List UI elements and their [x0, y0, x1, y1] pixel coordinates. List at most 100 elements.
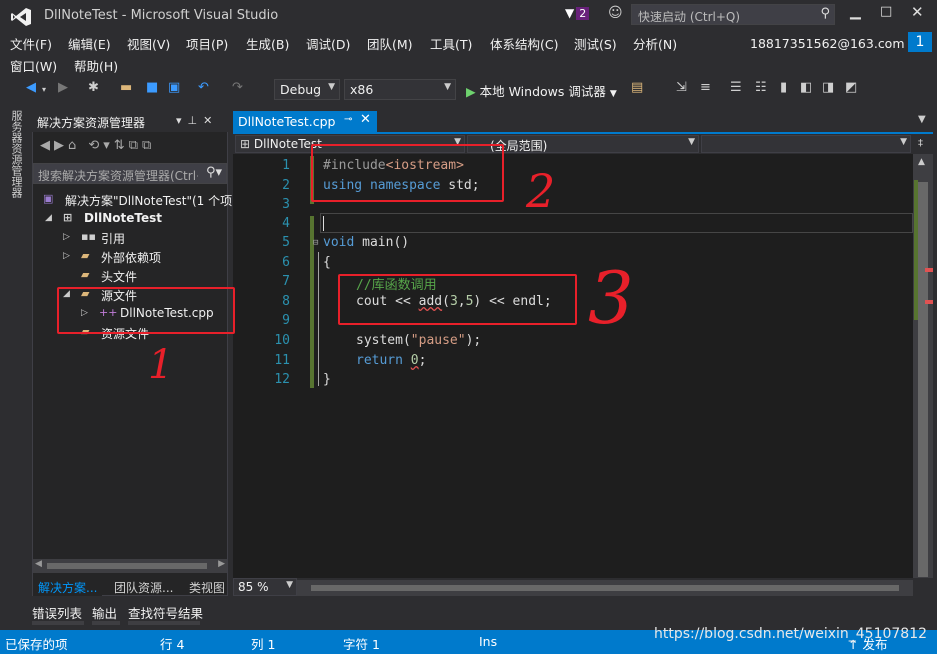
menu-file[interactable]: 文件(F) [10, 34, 52, 53]
status-char: 字符 1 [343, 637, 380, 652]
new-project-icon[interactable]: ✱ [88, 80, 99, 95]
server-explorer-tab[interactable]: 服务器资源管理器 [6, 110, 24, 220]
quick-launch-placeholder: 快速启动 (Ctrl+Q) [638, 10, 741, 24]
menu-test[interactable]: 测试(S) [574, 34, 617, 53]
watermark-text: https://blog.csdn.net/weixin_45107812 [654, 626, 928, 642]
scroll-thumb[interactable] [311, 585, 899, 591]
notifications-button[interactable]: ▼ 2 [565, 6, 590, 20]
menu-build[interactable]: 生成(B) [246, 34, 289, 53]
chevron-down-icon[interactable]: ▼ [918, 114, 926, 125]
chevron-down-icon: ▼ [286, 580, 293, 590]
prev-bookmark-icon[interactable]: ◧ [800, 80, 812, 95]
tree-item-external-deps[interactable]: ▷ ▰ 外部依赖项 [33, 247, 227, 266]
line-number: 1 [282, 158, 290, 173]
tree-item-label: 头文件 [101, 270, 138, 284]
platform-select[interactable]: x86 ▼ [344, 79, 456, 100]
open-folder-icon[interactable]: ▬ [120, 80, 132, 95]
scroll-up-icon[interactable]: ▲ [918, 157, 925, 167]
member-nav-select[interactable]: ▼ [701, 135, 911, 153]
tab-output[interactable]: 输出 [92, 603, 117, 622]
menu-project[interactable]: 项目(P) [186, 34, 228, 53]
window-title: DllNoteTest - Microsoft Visual Studio [44, 8, 279, 23]
tree-item-project[interactable]: ◢ ⊞ DllNoteTest [33, 209, 227, 228]
close-tab-icon[interactable]: ✕ [360, 112, 371, 127]
maximize-button[interactable]: □ [880, 4, 892, 19]
line-number: 10 [274, 333, 290, 348]
tree-item-solution[interactable]: ▣ 解决方案"DllNoteTest"(1 个项目) [33, 190, 249, 209]
clear-bookmarks-icon[interactable]: ◩ [845, 80, 857, 95]
document-tab[interactable]: DllNoteTest.cpp ⊸ ✕ [233, 111, 377, 132]
menu-analyze[interactable]: 分析(N) [633, 34, 677, 53]
quick-launch-input[interactable]: 快速启动 (Ctrl+Q) ⚲ [631, 4, 835, 25]
comment-icon[interactable]: ☰ [730, 80, 742, 95]
expand-icon: ▷ [63, 232, 70, 242]
tree-item-header-files[interactable]: ▰ 头文件 [33, 266, 227, 285]
account-name[interactable]: 18817351562@163.com [750, 36, 905, 51]
format-icon[interactable]: ≡ [700, 80, 711, 95]
redo-icon[interactable]: ↷ [232, 80, 243, 95]
menu-window[interactable]: 窗口(W) [10, 56, 57, 75]
scroll-thumb[interactable] [918, 182, 928, 577]
references-icon: ▪▪ [81, 230, 96, 243]
bookmark-icon[interactable]: ▮ [780, 80, 787, 95]
play-icon: ▶ [466, 84, 476, 99]
collapse-outline-icon[interactable]: ⊟ [313, 238, 318, 248]
chevron-down-icon: ▼ [328, 82, 335, 92]
uncomment-icon[interactable]: ☷ [755, 80, 767, 95]
solution-search-input[interactable]: 搜索解决方案资源管理器(Ctrl+;) ⚲▾ [33, 163, 227, 184]
menu-debug[interactable]: 调试(D) [306, 34, 350, 53]
status-line: 行 4 [160, 637, 185, 652]
tab-find-symbol-results[interactable]: 查找符号结果 [128, 603, 203, 622]
tab-error-list[interactable]: 错误列表 [32, 603, 82, 622]
solution-icon: ▣ [43, 192, 54, 205]
zoom-select[interactable]: 85 % ▼ [233, 578, 297, 596]
debugger-label: 本地 Windows 调试器 [479, 84, 606, 99]
attach-icon[interactable]: ▤ [631, 80, 643, 95]
scroll-thumb[interactable] [47, 563, 207, 569]
annotation-number-1: 1 [148, 342, 174, 388]
config-select[interactable]: Debug ▼ [274, 79, 340, 100]
solution-explorer-toolbar[interactable]: ◀▶⌂ ⟲▾⇅⧉⧉ [40, 138, 155, 153]
menu-edit[interactable]: 编辑(E) [68, 34, 111, 53]
save-icon[interactable]: ■ [146, 80, 158, 95]
pin-icon[interactable]: ⊸ [344, 114, 352, 125]
scrollbar-error-marker [925, 300, 933, 304]
start-debugging-button[interactable]: ▶ 本地 Windows 调试器 ▼ [466, 81, 617, 100]
outline-guide [318, 252, 319, 386]
undo-icon[interactable]: ↶ [198, 80, 209, 95]
line-number: 11 [274, 353, 290, 368]
line-number: 4 [282, 216, 290, 231]
minimize-button[interactable]: ▁ [850, 4, 861, 20]
account-badge[interactable]: 1 [908, 32, 932, 52]
text-caret [323, 216, 324, 231]
panel-header-icons[interactable]: ▾⊥✕ [176, 114, 218, 127]
code-line: { [323, 255, 331, 270]
back-icon[interactable]: ◀ [26, 80, 36, 95]
menu-help[interactable]: 帮助(H) [74, 56, 118, 75]
line-number: 2 [282, 178, 290, 193]
tab-underline [128, 621, 200, 625]
tab-solution-explorer[interactable]: 解决方案... [33, 578, 103, 596]
feedback-icon[interactable]: ☺ [608, 5, 623, 21]
next-bookmark-icon[interactable]: ◨ [822, 80, 834, 95]
status-column: 列 1 [251, 637, 276, 652]
split-icon[interactable]: ‡ [918, 138, 923, 149]
menu-team[interactable]: 团队(M) [367, 34, 413, 53]
tree-item-references[interactable]: ▷ ▪▪ 引用 [33, 228, 227, 247]
menu-view[interactable]: 视图(V) [127, 34, 170, 53]
menu-tools[interactable]: 工具(T) [430, 34, 472, 53]
solution-explorer-scrollbar[interactable]: ◀ ▶ [33, 559, 227, 573]
editor-horizontal-scrollbar[interactable] [297, 580, 913, 596]
step-icon[interactable]: ⇲ [676, 80, 687, 95]
zoom-value: 85 % [238, 580, 269, 594]
line-number: 12 [274, 372, 290, 387]
scroll-left-icon: ◀ [35, 559, 42, 569]
save-all-icon[interactable]: ▣ [168, 80, 180, 95]
menu-architecture[interactable]: 体系结构(C) [490, 34, 558, 53]
back-dropdown-icon[interactable]: ▾ [42, 85, 46, 94]
forward-icon[interactable]: ▶ [58, 80, 68, 95]
tab-class-view[interactable]: 类视图 [184, 578, 230, 596]
tab-team-explorer[interactable]: 团队资源... [109, 578, 178, 596]
annotation-box-1 [57, 287, 235, 334]
close-button[interactable]: ✕ [911, 3, 924, 21]
